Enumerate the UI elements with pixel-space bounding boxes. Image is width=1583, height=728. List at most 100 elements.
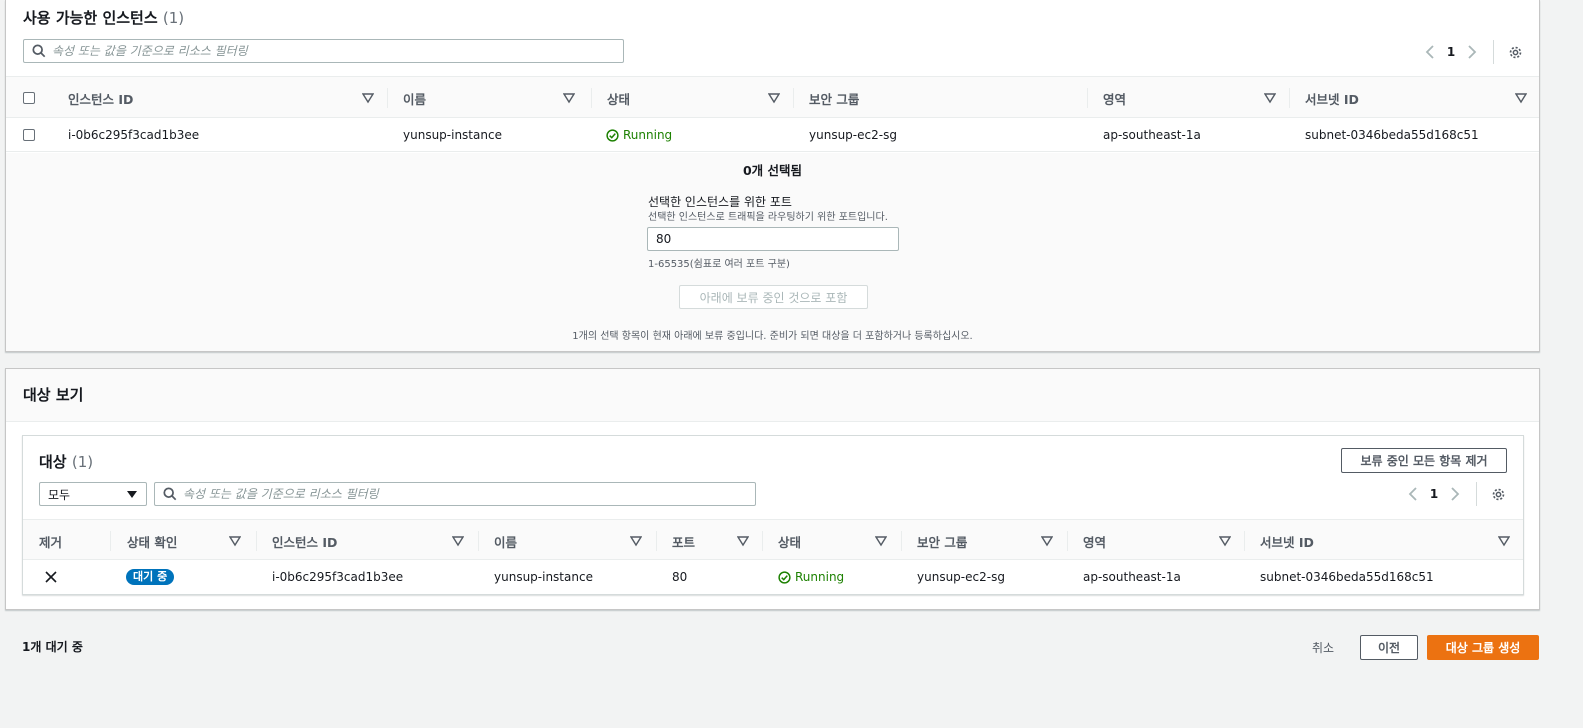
caret-down-icon xyxy=(127,491,137,498)
col-status[interactable]: 상태 xyxy=(607,77,787,119)
targets-table-container: 대상 (1) 보류 중인 모든 항목 제거 모두 1 xyxy=(22,435,1524,595)
col-security-group[interactable]: 보안 그룹 xyxy=(917,520,1057,562)
security-group-cell: yunsup-ec2-sg xyxy=(917,570,1005,584)
col-label: 서브넷 ID xyxy=(1260,534,1314,550)
sort-icon xyxy=(452,536,464,547)
col-label: 서브넷 ID xyxy=(1305,91,1359,107)
col-name[interactable]: 이름 xyxy=(403,77,583,119)
sort-icon xyxy=(737,536,749,547)
col-zone[interactable]: 영역 xyxy=(1103,77,1283,119)
prev-page-button[interactable] xyxy=(1419,41,1441,63)
col-instance-id[interactable]: 인스턴스 ID xyxy=(68,77,378,119)
targets-pager: 1 xyxy=(1402,482,1509,506)
current-page[interactable]: 1 xyxy=(1441,45,1461,59)
col-instance-id[interactable]: 인스턴스 ID xyxy=(272,520,472,562)
col-divider xyxy=(1087,88,1088,108)
available-search[interactable] xyxy=(23,39,624,63)
col-divider xyxy=(110,531,111,551)
col-security-group[interactable]: 보안 그룹 xyxy=(809,77,1089,119)
preferences-button[interactable] xyxy=(1504,41,1526,63)
available-count: (1) xyxy=(162,9,185,27)
col-label: 이름 xyxy=(403,91,427,107)
table-row[interactable]: i-0b6c295f3cad1b3ee yunsup-instance Runn… xyxy=(6,118,1539,152)
sort-icon xyxy=(229,536,241,547)
col-zone[interactable]: 영역 xyxy=(1083,520,1238,562)
col-label: 보안 그룹 xyxy=(917,534,968,550)
sort-icon xyxy=(362,93,374,104)
port-value: 80 xyxy=(656,232,672,246)
sort-icon xyxy=(563,93,575,104)
health-cell: 대기 중 xyxy=(126,560,175,594)
filter-select-value: 모두 xyxy=(48,487,71,502)
zone-cell: ap-southeast-1a xyxy=(1083,570,1181,584)
pending-notice: 1개의 선택 항목이 현재 아래에 보류 중입니다. 준비가 되면 대상을 더 … xyxy=(572,331,973,342)
col-name[interactable]: 이름 xyxy=(494,520,649,562)
col-port[interactable]: 포트 xyxy=(672,520,762,562)
col-label: 상태 xyxy=(607,91,631,107)
targets-search-input[interactable] xyxy=(183,484,755,504)
remove-target-button[interactable] xyxy=(44,560,58,594)
sort-icon xyxy=(1041,536,1053,547)
subnet-id-cell: subnet-0346beda55d168c51 xyxy=(1260,570,1434,584)
targets-search[interactable] xyxy=(154,482,756,506)
name-cell: yunsup-instance xyxy=(403,128,502,142)
sort-icon xyxy=(1515,93,1527,104)
col-label: 인스턴스 ID xyxy=(68,91,134,107)
col-divider xyxy=(656,531,657,551)
instance-id-cell: i-0b6c295f3cad1b3ee xyxy=(272,570,404,584)
col-divider xyxy=(1244,531,1245,551)
col-divider xyxy=(762,531,763,551)
include-pending-button[interactable]: 아래에 보류 중인 것으로 포함 xyxy=(679,285,868,309)
next-page-button[interactable] xyxy=(1444,483,1466,505)
gear-icon xyxy=(1509,46,1521,58)
target-view-title: 대상 보기 xyxy=(23,386,84,404)
subnet-id-cell: subnet-0346beda55d168c51 xyxy=(1305,128,1479,142)
gear-icon xyxy=(1492,488,1504,500)
search-icon xyxy=(32,44,46,58)
col-subnet-id[interactable]: 서브넷 ID xyxy=(1260,520,1510,562)
status-text: Running xyxy=(795,570,845,584)
zone-cell: ap-southeast-1a xyxy=(1103,128,1201,142)
pager-divider xyxy=(1476,482,1477,506)
next-page-button[interactable] xyxy=(1461,41,1483,63)
remove-all-pending-button[interactable]: 보류 중인 모든 항목 제거 xyxy=(1341,448,1507,473)
col-status[interactable]: 상태 xyxy=(778,520,888,562)
close-icon xyxy=(45,571,57,583)
col-label: 제거 xyxy=(39,534,63,550)
security-group-cell: yunsup-ec2-sg xyxy=(809,128,897,142)
select-all-checkbox[interactable] xyxy=(23,92,35,104)
col-subnet-id[interactable]: 서브넷 ID xyxy=(1305,77,1530,119)
col-remove: 제거 xyxy=(39,520,99,562)
selected-count: 0개 선택됨 xyxy=(742,163,803,178)
targets-title-text: 대상 xyxy=(39,453,67,471)
targets-count: (1) xyxy=(71,453,94,471)
row-checkbox[interactable] xyxy=(23,129,35,141)
filter-select[interactable]: 모두 xyxy=(39,482,147,506)
sort-icon xyxy=(768,93,780,104)
col-label: 상태 xyxy=(778,534,802,550)
col-divider xyxy=(256,531,257,551)
current-page[interactable]: 1 xyxy=(1424,487,1444,501)
col-divider xyxy=(1289,88,1290,108)
status-text: Running xyxy=(623,128,673,142)
prev-page-button[interactable] xyxy=(1402,483,1424,505)
table-row[interactable]: 대기 중 i-0b6c295f3cad1b3ee yunsup-instance… xyxy=(23,560,1523,594)
available-search-input[interactable] xyxy=(52,41,623,61)
col-label: 영역 xyxy=(1103,91,1127,107)
pending-count: 1개 대기 중 xyxy=(22,640,83,654)
targets-table-header: 제거 상태 확인 인스턴스 ID 이름 포트 상태 보안 그룹 영역 서브넷 I… xyxy=(23,519,1523,560)
available-instances-panel: 사용 가능한 인스턴스 (1) 1 인스턴스 ID 이름 상 xyxy=(5,0,1540,352)
port-input[interactable]: 80 xyxy=(647,227,899,251)
col-health[interactable]: 상태 확인 xyxy=(127,520,247,562)
col-divider xyxy=(793,88,794,108)
col-label: 이름 xyxy=(494,534,518,550)
sort-icon xyxy=(1498,536,1510,547)
chevron-right-icon xyxy=(1451,487,1460,501)
preferences-button[interactable] xyxy=(1487,483,1509,505)
col-label: 보안 그룹 xyxy=(809,91,860,107)
sort-icon xyxy=(630,536,642,547)
previous-button[interactable]: 이전 xyxy=(1360,635,1418,660)
cancel-button[interactable]: 취소 xyxy=(1300,635,1346,660)
col-label: 상태 확인 xyxy=(127,534,178,550)
create-target-group-button[interactable]: 대상 그룹 생성 xyxy=(1427,635,1539,660)
